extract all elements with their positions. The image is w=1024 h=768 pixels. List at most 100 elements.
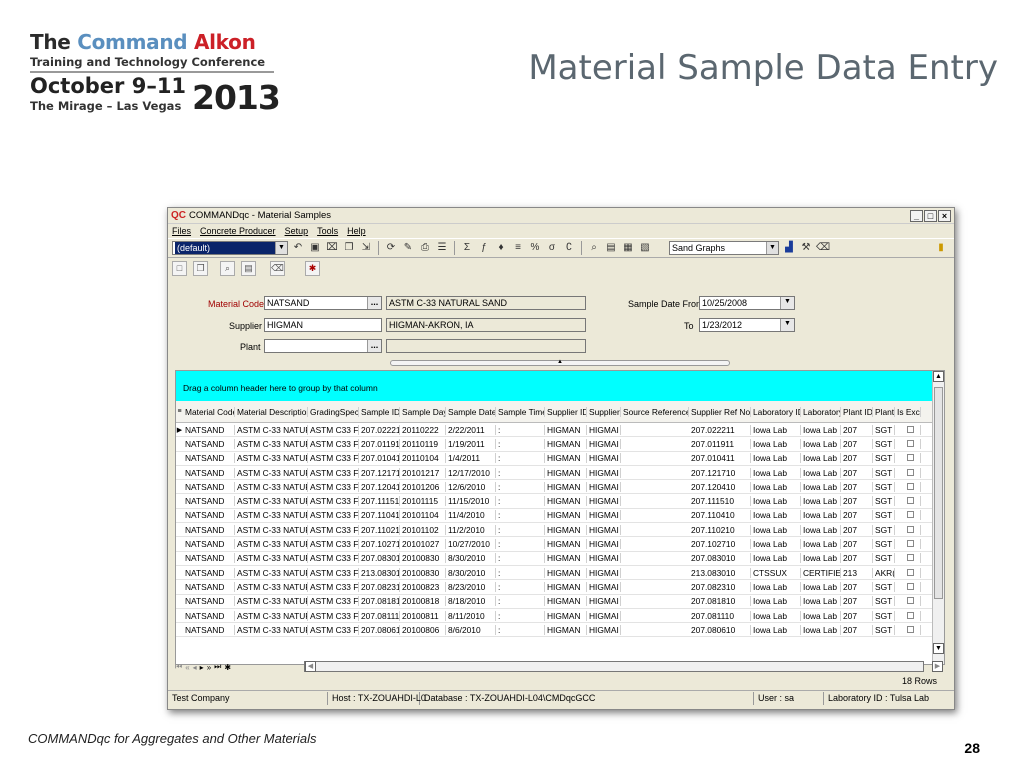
bar-chart-icon[interactable]: ▟ [782,241,796,255]
table-cell[interactable]: NATSAND [183,481,235,492]
table-cell[interactable]: Iowa Lab [801,438,841,449]
plant-field[interactable]: ... [264,339,382,353]
column-chooser-icon[interactable]: ≡ [176,408,183,415]
table-cell[interactable]: HIGMAI [587,567,621,578]
table-cell[interactable]: : [496,438,545,449]
table-row[interactable]: NATSAND ASTM C-33 NATUF ASTM C33 Fi 207.110… [176,509,944,524]
table-cell[interactable]: Iowa Lab [751,624,801,635]
table-cell[interactable]: NATSAND [183,496,235,507]
table-cell[interactable]: NATSAND [183,438,235,449]
is-excluded-checkbox[interactable] [907,582,914,590]
table-cell[interactable]: HIGMAI [587,438,621,449]
menu-help[interactable]: Help [347,226,366,236]
table-cell[interactable]: ASTM C33 Fi [308,496,359,507]
table-cell[interactable]: ASTM C-33 NATUF [235,567,308,578]
is-excluded-checkbox[interactable] [907,482,914,490]
table-cell[interactable]: : [496,453,545,464]
table-cell[interactable]: ASTM C33 Fi [308,467,359,478]
is-excluded-checkbox[interactable] [907,625,914,633]
sample-date-to-picker[interactable]: 1/23/2012 ▼ [699,318,795,332]
table-cell[interactable]: SGT [873,438,895,449]
print-icon[interactable]: ⎙ [418,241,432,255]
table-cell[interactable]: 20101102 [400,524,446,535]
table-cell[interactable]: 20100806 [400,624,446,635]
table-cell[interactable]: 20110222 [400,424,446,435]
table-cell[interactable]: NATSAND [183,567,235,578]
column-header[interactable]: Plant ID [841,406,873,417]
table-cell[interactable]: SGT [873,510,895,521]
is-excluded-checkbox[interactable] [907,611,914,619]
table-cell[interactable]: SGT [873,467,895,478]
insert-record-icon[interactable]: ✱ [224,663,231,672]
table-row[interactable]: NATSAND ASTM C-33 NATUF ASTM C33 Fi 207.111… [176,494,944,509]
table-cell[interactable]: 207.081810 [689,596,751,607]
table-cell[interactable]: HIGMAN [545,510,587,521]
table-cell[interactable]: : [496,424,545,435]
scroll-down-icon[interactable]: ▼ [933,643,944,654]
table-cell[interactable]: HIGMAI [587,496,621,507]
table-row[interactable]: NATSAND ASTM C-33 NATUF ASTM C33 Fi 207.110… [176,523,944,538]
table-cell[interactable]: 207 [841,453,873,464]
table-cell[interactable]: Iowa Lab [801,539,841,550]
equals-icon[interactable]: ≡ [511,241,525,255]
panel-splitter[interactable]: ▲ [390,359,730,366]
table-cell[interactable]: NATSAND [183,596,235,607]
table-cell[interactable]: SGT [873,481,895,492]
table-cell[interactable]: ASTM C33 Fi [308,553,359,564]
table-cell[interactable]: HIGMAI [587,510,621,521]
table-cell[interactable]: 207.08301 [359,553,400,564]
table-cell[interactable]: 207.110410 [689,510,751,521]
sample-date-from-picker[interactable]: 10/25/2008 ▼ [699,296,795,310]
minimize-button[interactable]: _ [910,209,923,222]
bug-icon[interactable]: ✱ [305,260,320,276]
exit-door-icon[interactable]: ▮ [934,241,948,255]
table-row[interactable]: NATSAND ASTM C-33 NATUF ASTM C33 Fi 207.102… [176,537,944,552]
table-cell[interactable]: 11/2/2010 [446,524,496,535]
table-cell[interactable]: HIGMAI [587,596,621,607]
table-cell[interactable]: 213.08301 [359,567,400,578]
table-cell[interactable]: 207.08231 [359,581,400,592]
table-cell[interactable]: HIGMAN [545,567,587,578]
table-cell[interactable]: 207.10271 [359,539,400,550]
table-cell[interactable]: 8/30/2010 [446,567,496,578]
is-excluded-checkbox[interactable] [907,497,914,505]
column-header[interactable]: Laboratory ID [751,406,801,417]
horizontal-scrollbar[interactable]: ◀ [304,661,924,672]
table-cell[interactable]: 20101217 [400,467,446,478]
delete-icon[interactable]: ⌧ [325,241,339,255]
table-cell[interactable]: : [496,553,545,564]
is-excluded-checkbox[interactable] [907,454,914,462]
sum-icon[interactable]: Σ [460,241,474,255]
table-cell[interactable]: 8/11/2010 [446,610,496,621]
table-row[interactable]: NATSAND ASTM C-33 NATUF ASTM C33 Fi 207.083… [176,552,944,566]
table-cell[interactable]: SGT [873,539,895,550]
table-row[interactable]: NATSAND ASTM C-33 NATUF ASTM C33 Fi 207.011… [176,437,944,452]
table-row[interactable]: NATSAND ASTM C-33 NATUF ASTM C33 Fi 207.080… [176,623,944,638]
table-cell[interactable]: ASTM C33 Fi [308,539,359,550]
table-cell[interactable]: Iowa Lab [801,467,841,478]
table-cell[interactable]: SGT [873,496,895,507]
table-cell[interactable]: HIGMAN [545,539,587,550]
table-row[interactable]: NATSAND ASTM C-33 NATUF ASTM C33 Fi 207.081… [176,595,944,609]
sigma-c-icon[interactable]: σ [545,241,559,255]
copy-record-icon[interactable]: ❐ [193,260,208,276]
table-row[interactable]: NATSAND ASTM C-33 NATUF ASTM C33 Fi 207.121… [176,466,944,481]
table-cell[interactable]: Iowa Lab [801,481,841,492]
table-cell[interactable]: HIGMAN [545,424,587,435]
profile-select[interactable]: (default) ▼ [172,241,288,255]
grid-icon[interactable]: ▦ [621,241,635,255]
table-cell[interactable]: Iowa Lab [801,624,841,635]
table-cell[interactable]: ASTM C-33 NATUF [235,424,308,435]
table-cell[interactable]: ASTM C33 Fi [308,510,359,521]
is-excluded-checkbox[interactable] [907,597,914,605]
table-cell[interactable]: ASTM C-33 NATUF [235,524,308,535]
table-cell[interactable]: 207.01191 [359,438,400,449]
table-cell[interactable]: 207 [841,481,873,492]
table-cell[interactable]: 12/17/2010 [446,467,496,478]
table-cell[interactable]: ASTM C-33 NATUF [235,467,308,478]
copy-icon[interactable]: ❐ [342,241,356,255]
column-header[interactable]: Sample Time [496,406,545,417]
table-cell[interactable]: HIGMAN [545,524,587,535]
table-cell[interactable]: SGT [873,424,895,435]
table-cell[interactable]: HIGMAI [587,624,621,635]
